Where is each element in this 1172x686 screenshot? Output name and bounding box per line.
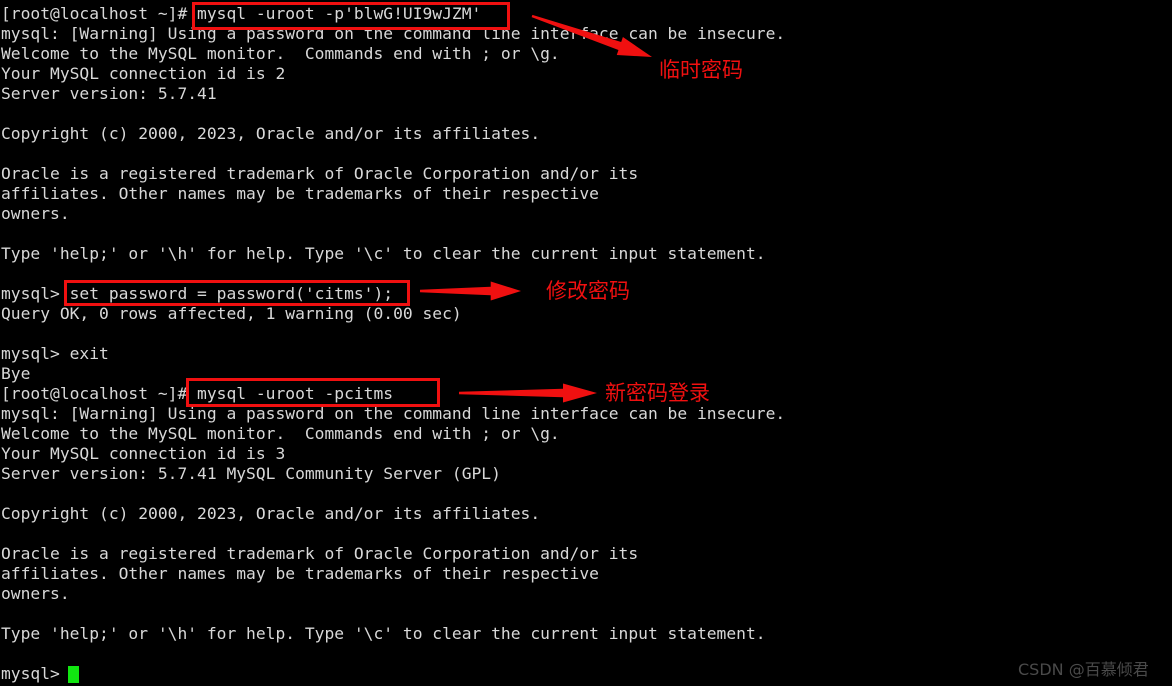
annotation-label: 新密码登录 (605, 381, 710, 405)
terminal-line: affiliates. Other names may be trademark… (1, 184, 599, 203)
terminal-line: Welcome to the MySQL monitor. Commands e… (1, 44, 560, 63)
terminal-cursor (68, 666, 79, 683)
terminal-line: affiliates. Other names may be trademark… (1, 564, 599, 583)
terminal-line: Type 'help;' or '\h' for help. Type '\c'… (1, 624, 766, 643)
terminal-line: mysql: [Warning] Using a password on the… (1, 404, 786, 423)
terminal-line: [root@localhost ~]# mysql -uroot -p'blwG… (1, 4, 482, 23)
terminal-output[interactable]: [root@localhost ~]# mysql -uroot -p'blwG… (0, 0, 1172, 686)
terminal-line: Oracle is a registered trademark of Orac… (1, 544, 639, 563)
csdn-watermark: CSDN @百慕倾君 (1018, 660, 1149, 679)
annotation-label: 修改密码 (546, 279, 630, 303)
terminal-line: Welcome to the MySQL monitor. Commands e… (1, 424, 560, 443)
terminal-line: Bye (1, 364, 31, 383)
terminal-line: Your MySQL connection id is 2 (1, 64, 286, 83)
terminal-line: owners. (1, 584, 70, 603)
terminal-line: Copyright (c) 2000, 2023, Oracle and/or … (1, 504, 541, 523)
terminal-line: mysql> exit (1, 344, 109, 363)
terminal-line: mysql: [Warning] Using a password on the… (1, 24, 786, 43)
terminal-line: Copyright (c) 2000, 2023, Oracle and/or … (1, 124, 541, 143)
terminal-line: Your MySQL connection id is 3 (1, 444, 286, 463)
terminal-line: Server version: 5.7.41 (1, 84, 217, 103)
terminal-line: mysql> set password = password('citms'); (1, 284, 394, 303)
annotation-label: 临时密码 (659, 58, 743, 82)
terminal-line: [root@localhost ~]# mysql -uroot -pcitms (1, 384, 394, 403)
terminal-line: mysql> (1, 664, 70, 683)
terminal-line: Type 'help;' or '\h' for help. Type '\c'… (1, 244, 766, 263)
terminal-line: Server version: 5.7.41 MySQL Community S… (1, 464, 501, 483)
terminal-line: Query OK, 0 rows affected, 1 warning (0.… (1, 304, 462, 323)
terminal-line: Oracle is a registered trademark of Orac… (1, 164, 639, 183)
terminal-line: owners. (1, 204, 70, 223)
terminal-screenshot: [root@localhost ~]# mysql -uroot -p'blwG… (0, 0, 1172, 686)
